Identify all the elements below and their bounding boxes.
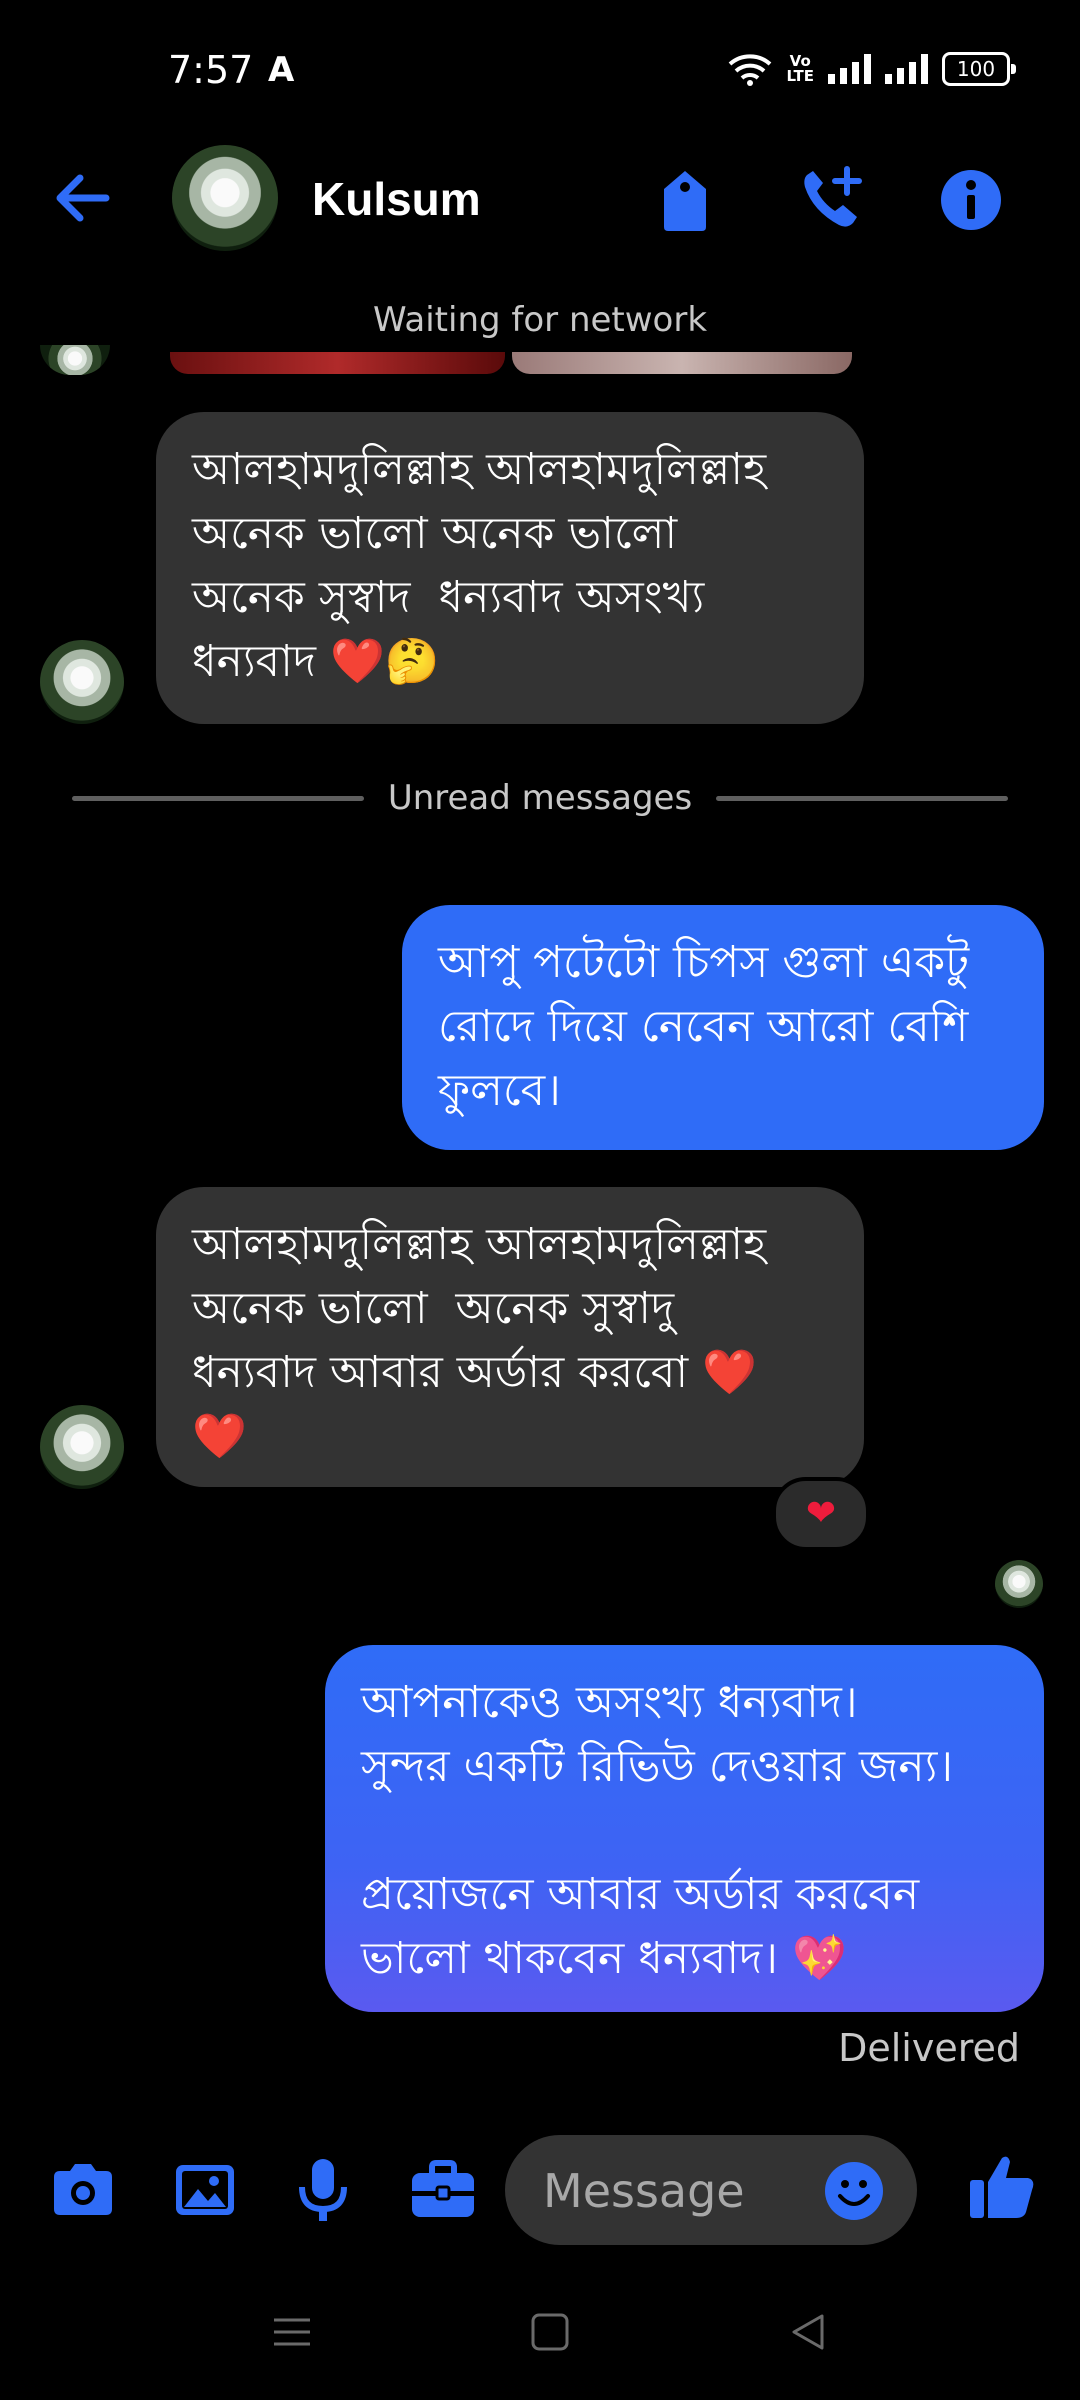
divider-label: Unread messages [387,778,693,818]
outgoing-message[interactable]: আপু পটেটো চিপস গুলা একটু রোদে দিয়ে নেবে… [402,905,1044,1150]
thumbs-up-icon[interactable] [966,2150,1038,2222]
heart-reaction[interactable]: ❤ [772,1477,870,1551]
signal-icon [828,54,871,84]
media-thumbnail[interactable] [512,352,852,374]
message-input[interactable] [541,2157,805,2225]
home-icon[interactable] [528,2310,572,2354]
delivery-status: Delivered [838,2026,1020,2070]
media-attachments[interactable] [170,352,852,374]
info-icon[interactable] [936,165,1006,235]
image-icon[interactable] [170,2155,240,2225]
app-notification-icon: A [268,50,295,90]
back-arrow-icon[interactable] [52,168,112,228]
briefcase-icon[interactable] [408,2155,478,2225]
divider-line [716,795,1009,801]
battery-icon: 100 [942,52,1016,86]
media-thumbnail[interactable] [170,352,505,374]
contact-avatar [40,345,110,375]
unread-divider: Unread messages [72,778,1009,818]
incoming-message[interactable]: আলহামদুলিল্লাহ আলহামদুলিল্লাহ অনেক ভালো … [156,1187,864,1487]
seen-avatar [995,1560,1043,1608]
emoji-icon[interactable] [823,2160,885,2222]
contact-avatar[interactable] [40,640,124,724]
microphone-icon[interactable] [288,2155,358,2225]
outgoing-message[interactable]: আপনাকেও অসংখ্য ধন্যবাদ। সুন্দর একটি রিভি… [325,1645,1044,2012]
contact-avatar[interactable] [40,1405,124,1489]
nav-back-icon[interactable] [786,2310,830,2354]
contact-avatar[interactable] [172,145,278,251]
status-indicators: Vo LTE 100 [728,52,1016,86]
network-status: Waiting for network [372,300,708,340]
tag-icon[interactable] [650,165,720,235]
volte-label: Vo LTE [786,52,814,85]
incoming-message[interactable]: আলহামদুলিল্লাহ আলহামদুলিল্লাহ অনেক ভালো … [156,412,864,724]
signal-icon [885,54,928,84]
status-time: 7:57 [168,48,254,92]
call-add-icon[interactable] [795,165,865,235]
recent-apps-icon[interactable] [270,2310,314,2354]
divider-line [72,795,364,801]
message-composer[interactable] [505,2135,917,2245]
wifi-icon [729,54,772,86]
contact-name[interactable]: Kulsum [312,172,481,226]
camera-icon[interactable] [48,2155,118,2225]
